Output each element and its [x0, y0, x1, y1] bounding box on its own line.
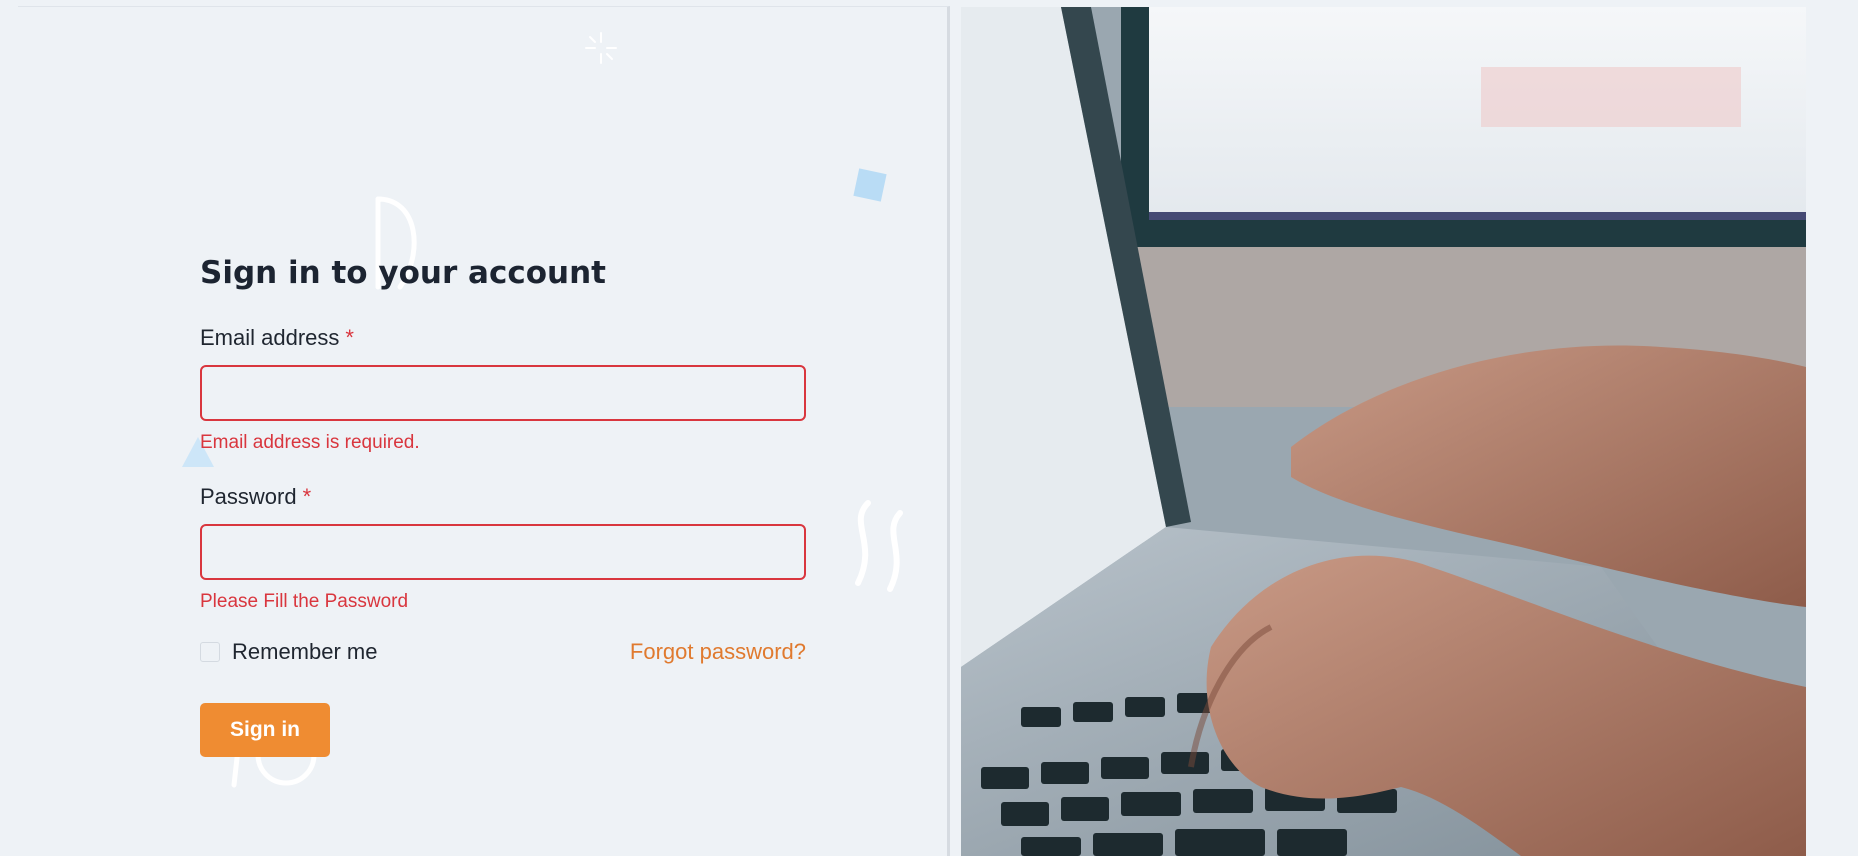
sign-in-button[interactable]: Sign in: [200, 703, 330, 757]
password-error-message: Please Fill the Password: [200, 591, 409, 612]
remember-forgot-row: Remember me Forgot password?: [200, 634, 806, 670]
forgot-password-link[interactable]: Forgot password?: [630, 639, 806, 665]
page-title: Sign in to your account: [200, 255, 606, 291]
email-label: Email address *: [200, 323, 806, 353]
squiggle-decoration: [855, 500, 903, 592]
square-decoration: [853, 168, 887, 202]
hero-image: [961, 7, 1806, 856]
laptop-typing-photo: [961, 7, 1806, 856]
remember-me-checkbox[interactable]: [200, 642, 220, 662]
required-marker: *: [302, 484, 312, 509]
password-label-text: Password: [200, 484, 297, 509]
login-panel: Sign in to your account Email address * E…: [18, 6, 950, 856]
sign-in-form: Sign in to your account Email address * E…: [200, 247, 806, 757]
email-field[interactable]: [200, 365, 806, 421]
email-label-text: Email address: [200, 325, 340, 350]
remember-me: Remember me: [200, 639, 377, 665]
password-label: Password *: [200, 482, 806, 512]
required-marker: *: [345, 325, 354, 350]
sparkle-decoration: [585, 32, 617, 64]
email-error-message: Email address is required.: [200, 432, 420, 453]
remember-me-label[interactable]: Remember me: [232, 639, 377, 665]
password-field[interactable]: [200, 524, 806, 580]
